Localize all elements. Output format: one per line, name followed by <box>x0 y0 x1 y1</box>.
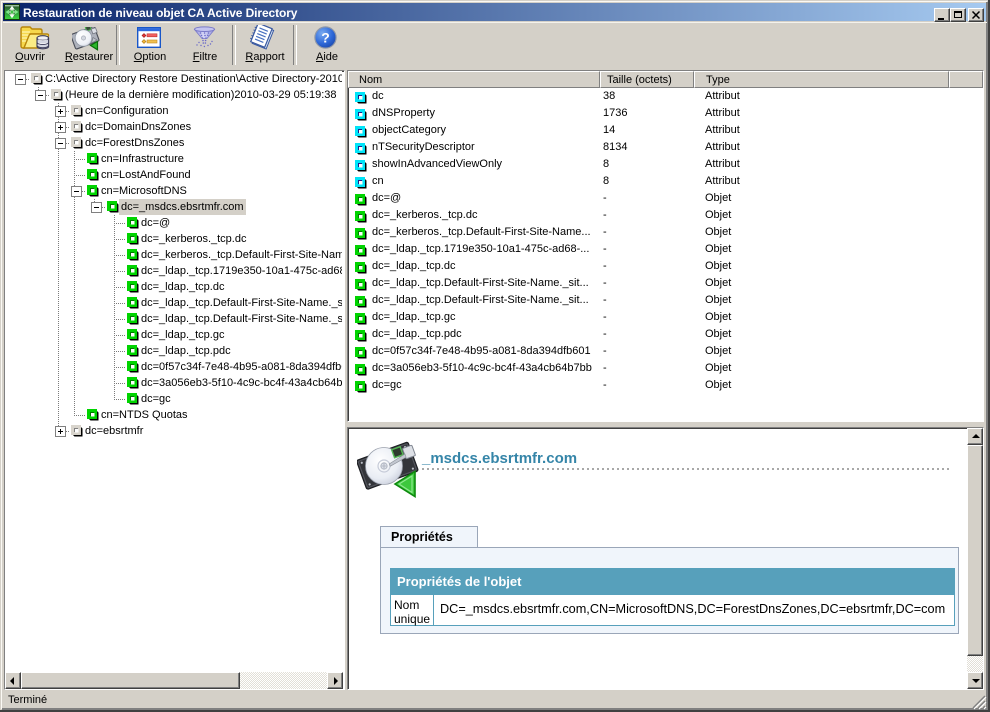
svg-text:?: ? <box>321 30 330 46</box>
